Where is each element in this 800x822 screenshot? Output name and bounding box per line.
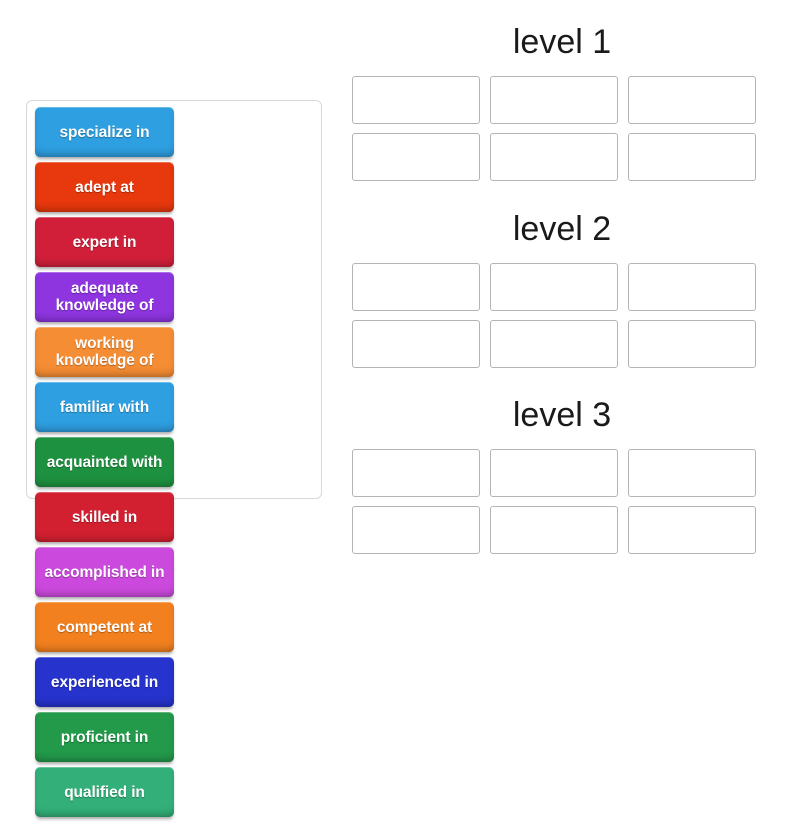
drop-slot[interactable] (352, 506, 480, 554)
word-tile-label: expert in (72, 233, 137, 251)
drop-slot-grid (352, 76, 772, 181)
word-tile[interactable]: specialize in (35, 107, 174, 157)
word-tile[interactable]: adequate knowledge of (35, 272, 174, 322)
drop-slot[interactable] (352, 263, 480, 311)
drop-slot-grid (352, 263, 772, 368)
drop-slot[interactable] (490, 133, 618, 181)
drop-slot[interactable] (490, 449, 618, 497)
word-tile-label: adept at (75, 178, 134, 196)
level-group-3: level 3 (352, 395, 772, 554)
drop-slot[interactable] (628, 320, 756, 368)
drop-slot[interactable] (628, 263, 756, 311)
word-tile-label: familiar with (59, 398, 150, 416)
word-tile[interactable]: qualified in (35, 767, 174, 817)
drop-slot-grid (352, 449, 772, 554)
word-tile[interactable]: familiar with (35, 382, 174, 432)
word-tile-label: experienced in (50, 673, 159, 691)
level-title: level 1 (512, 23, 612, 61)
word-tile[interactable]: acquainted with (35, 437, 174, 487)
drop-slot[interactable] (352, 320, 480, 368)
word-tile-label: qualified in (64, 783, 145, 801)
word-bank-panel: specialize in adept at expert in adequate k… (26, 100, 322, 817)
word-tile-label: skilled in (71, 508, 138, 526)
word-tile-label: acquainted with (46, 453, 163, 471)
drop-slot[interactable] (628, 506, 756, 554)
drop-slot[interactable] (490, 263, 618, 311)
word-tile[interactable]: working knowledge of (35, 327, 174, 377)
drop-slot[interactable] (490, 506, 618, 554)
drop-slot[interactable] (352, 133, 480, 181)
word-tile[interactable]: expert in (35, 217, 174, 267)
drop-slot[interactable] (352, 449, 480, 497)
word-tile[interactable]: accomplished in (35, 547, 174, 597)
word-tile-label: accomplished in (44, 563, 165, 581)
word-tile-label: working knowledge of (55, 335, 154, 369)
word-tile-label: competent at (56, 618, 153, 636)
word-tile[interactable]: adept at (35, 162, 174, 212)
word-tile[interactable]: experienced in (35, 657, 174, 707)
level-title: level 2 (512, 210, 612, 248)
level-group-2: level 2 (352, 209, 772, 368)
word-tile-label: specialize in (59, 123, 150, 141)
drop-slot[interactable] (490, 320, 618, 368)
word-tile-label: proficient in (60, 728, 149, 746)
drop-slot[interactable] (628, 133, 756, 181)
word-tiles-grid: specialize in adept at expert in adequate k… (33, 107, 316, 822)
word-tile[interactable]: skilled in (35, 492, 174, 542)
word-tile[interactable]: competent at (35, 602, 174, 652)
level-group-1: level 1 (352, 22, 772, 181)
drop-slot[interactable] (628, 76, 756, 124)
drop-slot[interactable] (490, 76, 618, 124)
word-tile[interactable]: proficient in (35, 712, 174, 762)
level-title: level 3 (512, 396, 612, 434)
drop-slot[interactable] (352, 76, 480, 124)
drop-slot[interactable] (628, 449, 756, 497)
word-tile-label: adequate knowledge of (55, 280, 154, 314)
